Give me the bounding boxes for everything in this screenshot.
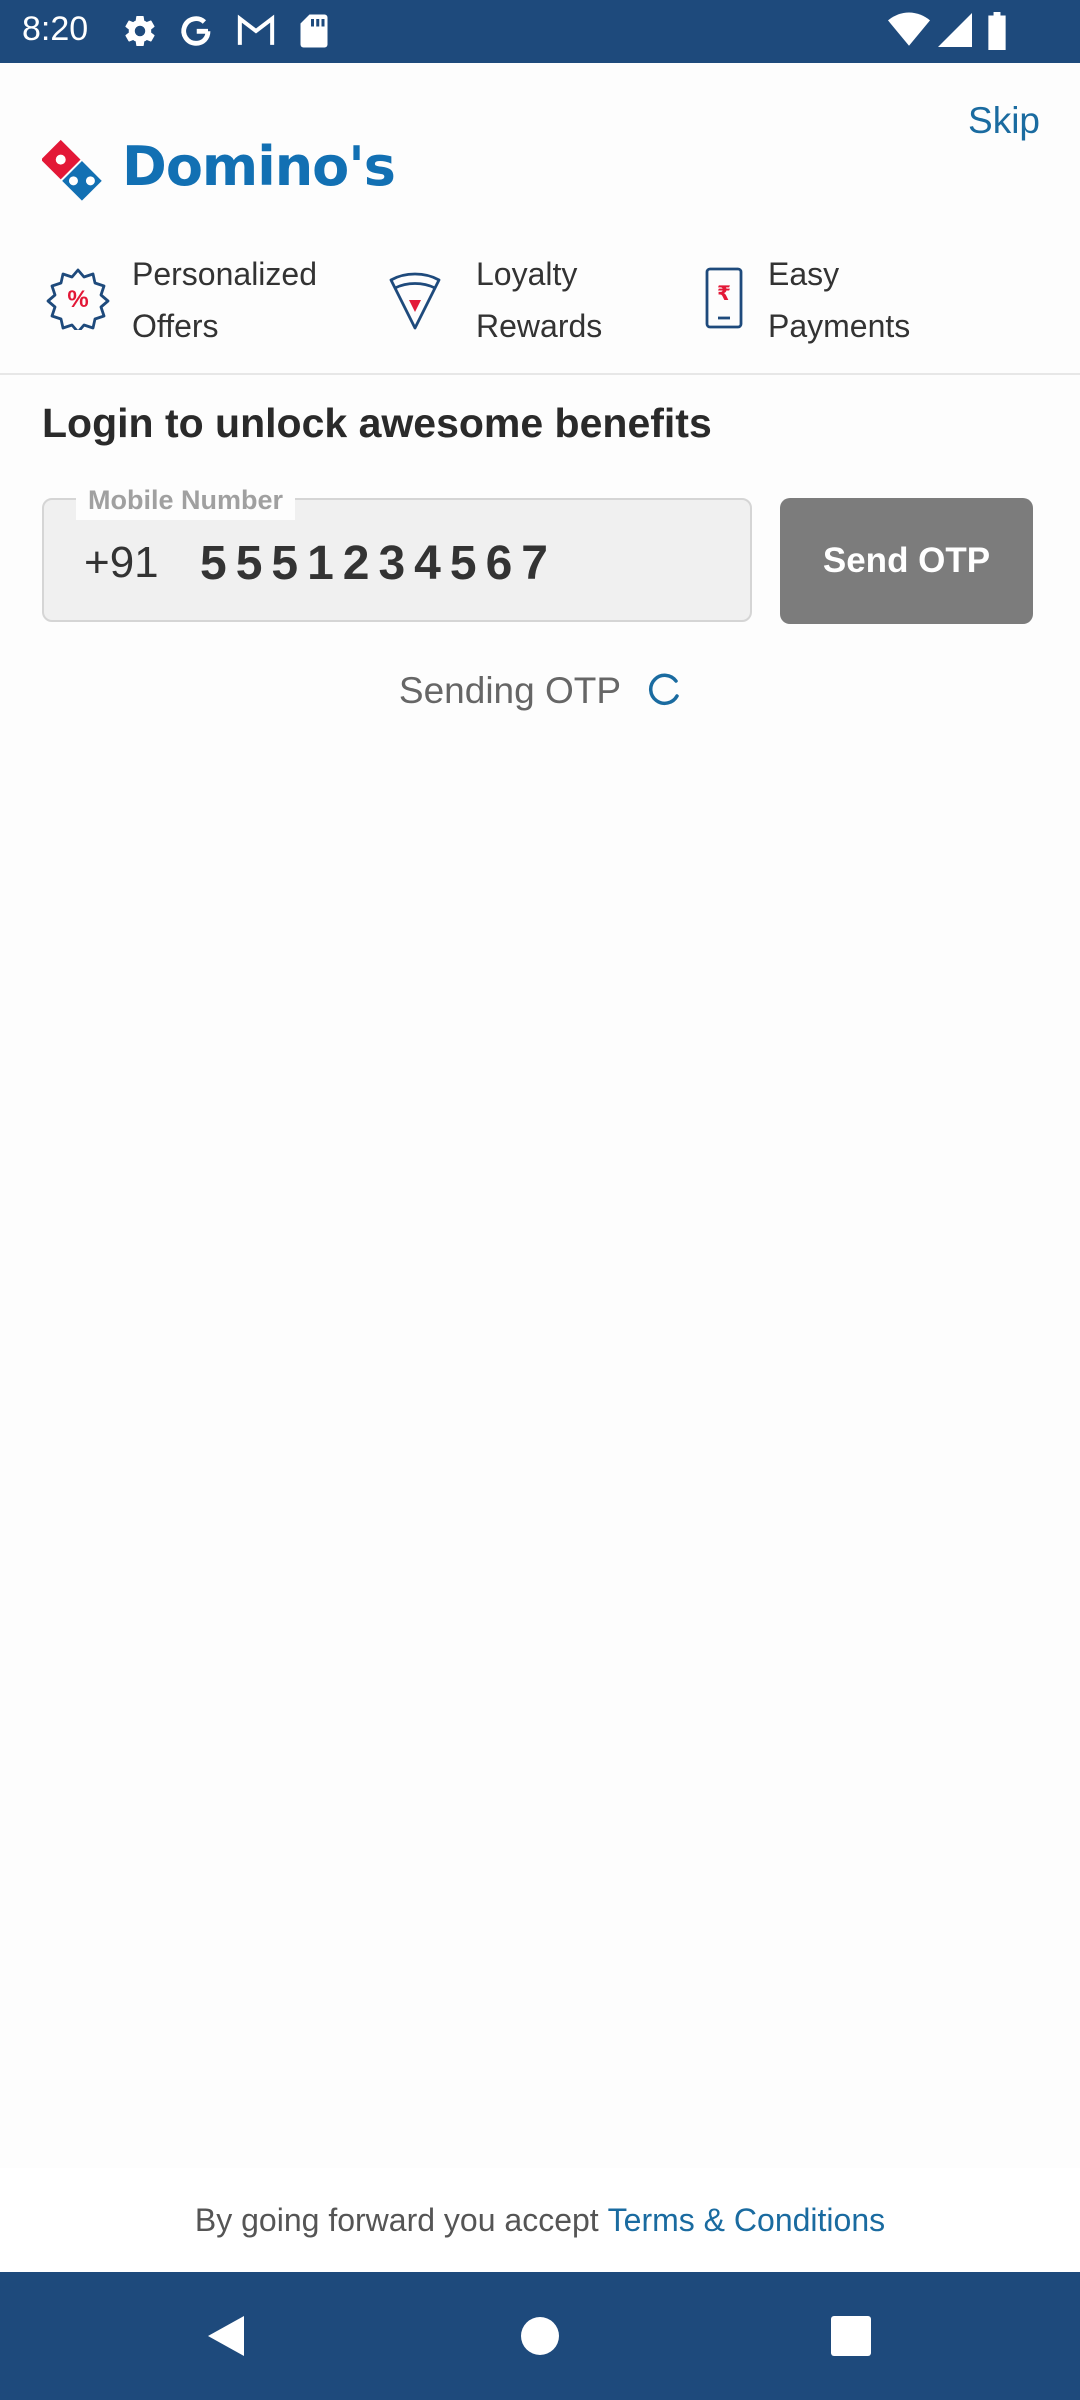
loading-spinner-icon [647, 672, 681, 711]
google-g-icon [178, 13, 214, 54]
phone-rupee-icon: ₹ [704, 266, 744, 335]
offer-badge-icon: % [46, 266, 110, 335]
home-icon [521, 2317, 559, 2355]
sending-otp-status: Sending OTP [0, 670, 1080, 712]
recents-icon [831, 2316, 871, 2356]
benefit-loyalty-rewards: Loyalty Rewards [388, 250, 602, 350]
home-button[interactable] [470, 2272, 610, 2400]
svg-text:%: % [67, 286, 88, 313]
back-button[interactable] [156, 2272, 296, 2400]
terms-prefix: By going forward you accept [194, 2201, 599, 2238]
status-text: Sending OTP [398, 670, 622, 711]
mobile-number-input[interactable]: 5551234567 [200, 536, 557, 591]
gear-icon [122, 13, 158, 54]
signal-icon [938, 12, 972, 53]
brand-name: Domino's [122, 134, 396, 198]
benefit-personalized-offers: % Personalized Offers [46, 250, 317, 350]
sd-card-icon [298, 13, 330, 54]
page-title: Login to unlock awesome benefits [42, 400, 712, 446]
gmail-icon [236, 13, 276, 54]
benefit-label: Loyalty Rewards [476, 256, 603, 344]
svg-text:₹: ₹ [717, 281, 731, 305]
mobile-number-field[interactable]: Mobile Number +91 5551234567 [42, 480, 752, 622]
dominos-logo: Domino's [42, 130, 396, 202]
terms-link[interactable]: Terms & Conditions [608, 2202, 885, 2239]
benefit-label: Easy Payments [768, 256, 911, 344]
divider [0, 373, 1080, 375]
status-bar: 8:20 [0, 0, 1080, 63]
recents-button[interactable] [781, 2272, 921, 2400]
country-code: +91 [84, 538, 159, 587]
skip-button[interactable]: Skip [968, 100, 1040, 142]
terms-footer: By going forward you accept Terms & Cond… [0, 2168, 1080, 2272]
benefit-label: Personalized Offers [132, 256, 317, 344]
navigation-bar [0, 2272, 1080, 2400]
battery-icon [986, 12, 1008, 55]
status-time: 8:20 [22, 10, 89, 48]
dominos-tile-icon [42, 139, 102, 201]
benefit-easy-payments: ₹ Easy Payments [704, 250, 910, 350]
pizza-slice-icon [388, 266, 442, 335]
back-icon [208, 2316, 244, 2356]
field-label: Mobile Number [76, 480, 296, 520]
send-otp-button[interactable]: Send OTP [780, 498, 1033, 624]
wifi-icon [888, 12, 930, 53]
